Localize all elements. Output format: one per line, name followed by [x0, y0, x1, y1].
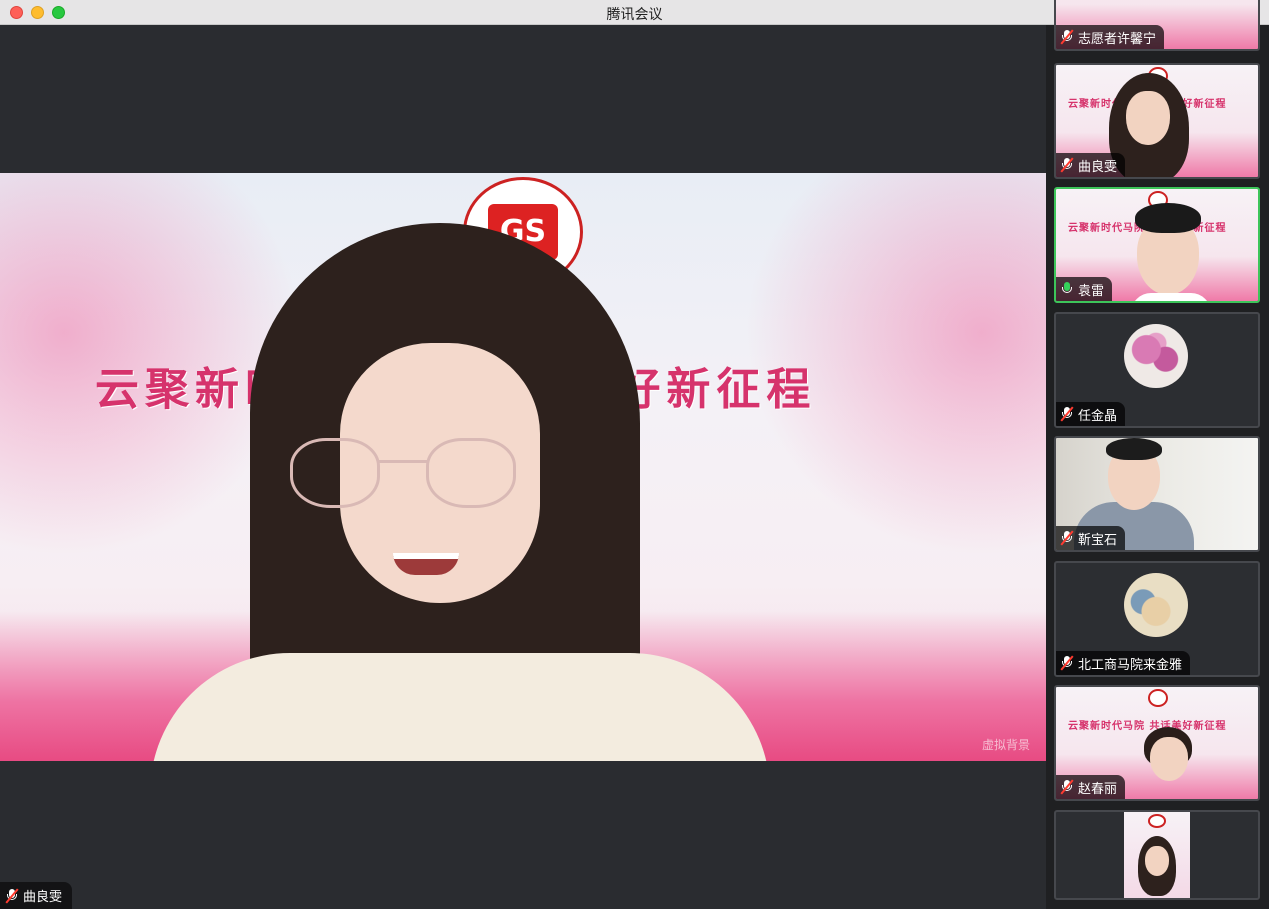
participant-nameplate: 志愿者许馨宁: [1056, 25, 1165, 49]
main-stage: GS 云聚新时代马院 共话美好新征程 虚拟背景: [0, 25, 1046, 909]
participant-avatar: [1124, 573, 1188, 637]
mic-muted-icon: [5, 887, 19, 904]
participant-gallery: 志愿者许馨宁 云聚新时代马院 共话美好新征程 曲良雯 云聚新时代马院 共话美好新…: [1046, 0, 1269, 909]
virtual-background-watermark: 虚拟背景: [981, 738, 1030, 752]
participant-avatar: [1124, 324, 1188, 388]
participant-tile[interactable]: 志愿者许馨宁: [1054, 0, 1260, 51]
participant-tile[interactable]: 云聚新时代马院 共话美好新征程 赵春丽: [1054, 685, 1260, 801]
main-speaker-nameplate: 曲良雯: [0, 882, 73, 909]
participant-nameplate: 赵春丽: [1056, 775, 1126, 799]
participant-portrait-video: [1124, 812, 1190, 898]
mic-muted-icon: [1060, 779, 1074, 795]
mic-muted-icon: [1060, 406, 1074, 422]
main-video[interactable]: GS 云聚新时代马院 共话美好新征程 虚拟背景: [0, 173, 1046, 761]
mic-muted-icon: [1060, 157, 1074, 173]
participant-tile[interactable]: [1054, 810, 1260, 900]
participant-tile[interactable]: 任金晶: [1054, 312, 1260, 428]
participant-tile[interactable]: 北工商马院来金雅: [1054, 561, 1260, 677]
participant-video-person: [1136, 727, 1206, 799]
mic-muted-icon: [1060, 530, 1074, 546]
main-speaker-name: 曲良雯: [23, 890, 63, 905]
participant-tile-active-speaker[interactable]: 云聚新时代马院 共话美好新征程 袁雷: [1054, 187, 1260, 303]
mic-active-icon: [1061, 282, 1073, 296]
mic-muted-icon: [1060, 29, 1074, 45]
mic-muted-icon: [1060, 655, 1074, 671]
participant-nameplate: 靳宝石: [1056, 526, 1126, 550]
participant-tile[interactable]: 靳宝石: [1054, 436, 1260, 552]
participant-nameplate: 曲良雯: [1056, 153, 1126, 177]
participant-tile[interactable]: 云聚新时代马院 共话美好新征程 曲良雯: [1054, 63, 1260, 179]
participant-nameplate: 北工商马院来金雅: [1056, 651, 1191, 675]
participant-video-person: [1131, 203, 1211, 301]
participant-nameplate: 任金晶: [1056, 402, 1126, 426]
speaker-video-person: [150, 223, 770, 761]
participant-nameplate: 袁雷: [1056, 277, 1113, 301]
